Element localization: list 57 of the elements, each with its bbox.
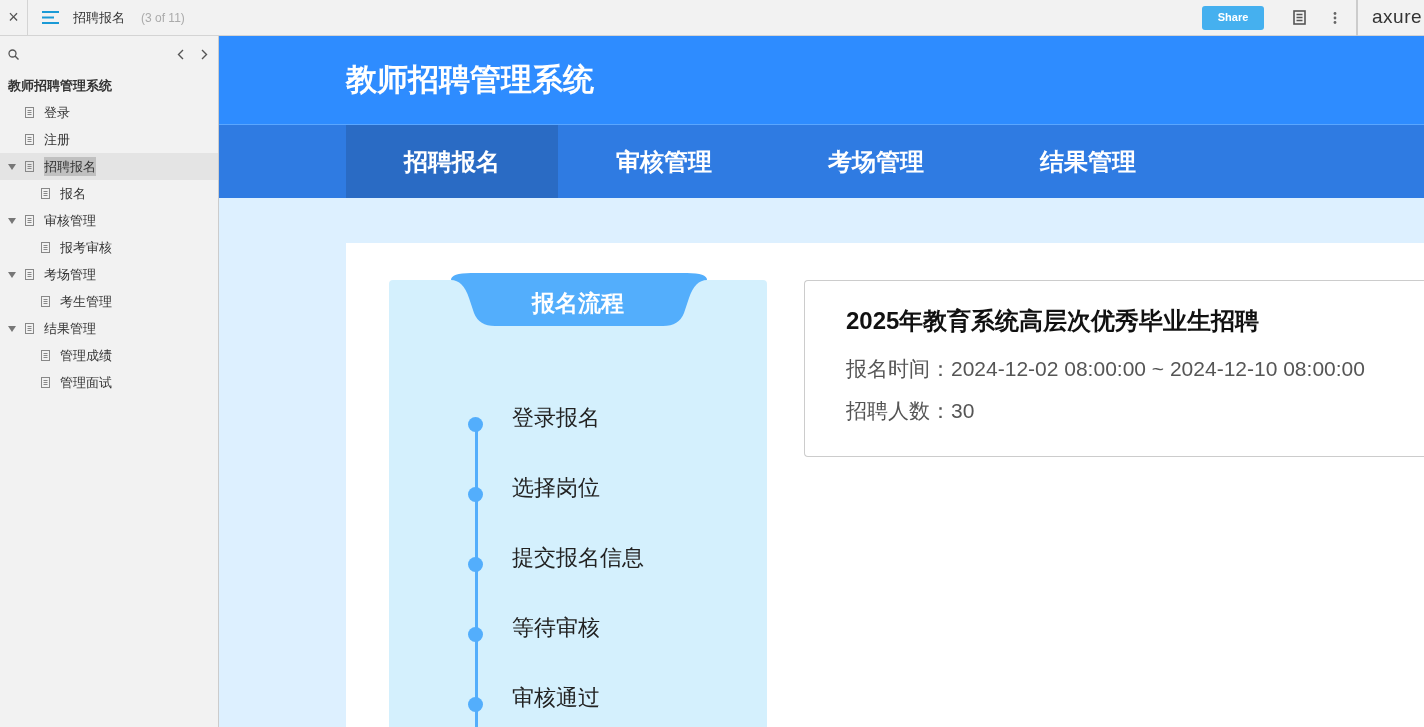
menu-icon[interactable] bbox=[42, 11, 59, 24]
more-icon[interactable] bbox=[1333, 11, 1337, 24]
page-item[interactable]: 报考审核 bbox=[60, 237, 112, 258]
page-icon bbox=[25, 323, 34, 334]
page-icon bbox=[41, 188, 50, 199]
page-item[interactable]: 报名 bbox=[60, 183, 86, 204]
collapse-triangle-icon[interactable] bbox=[8, 271, 16, 278]
page-icon bbox=[25, 107, 34, 118]
process-title: 报名流程 bbox=[532, 289, 624, 318]
page-icon bbox=[41, 296, 50, 307]
page-item[interactable]: 考场管理 bbox=[44, 264, 96, 285]
step-dot bbox=[468, 696, 483, 712]
nav-tab[interactable]: 结果管理 bbox=[982, 125, 1194, 198]
field-value: 2024-12-02 08:00:00 ~ 2024-12-10 08:00:00 bbox=[951, 357, 1365, 380]
page-icon bbox=[25, 134, 34, 145]
step-dot bbox=[468, 416, 483, 432]
nav-tab[interactable]: 招聘报名 bbox=[346, 125, 558, 198]
collapse-triangle-icon[interactable] bbox=[8, 217, 16, 224]
notes-icon[interactable] bbox=[1293, 10, 1306, 25]
previous-icon[interactable] bbox=[177, 48, 184, 60]
next-icon[interactable] bbox=[201, 48, 208, 60]
page-icon bbox=[25, 161, 34, 172]
collapse-triangle-icon[interactable] bbox=[8, 163, 16, 170]
close-button[interactable]: × bbox=[0, 0, 28, 36]
page-icon bbox=[25, 215, 34, 226]
page-icon bbox=[25, 269, 34, 280]
page-item[interactable]: 登录 bbox=[44, 102, 70, 123]
field-value: 30 bbox=[951, 398, 975, 422]
page-item[interactable]: 招聘报名 bbox=[44, 156, 96, 177]
project-title: 教师招聘管理系统 bbox=[8, 76, 112, 95]
page-icon bbox=[41, 242, 50, 253]
step-dot bbox=[468, 556, 483, 572]
field-label: 报名时间： bbox=[846, 357, 951, 380]
page-item[interactable]: 管理成绩 bbox=[60, 345, 112, 366]
step-label: 登录报名 bbox=[512, 403, 600, 431]
nav-tab[interactable]: 审核管理 bbox=[558, 125, 770, 198]
search-icon[interactable] bbox=[8, 48, 19, 60]
page-count: (3 of 11) bbox=[141, 9, 185, 27]
step-dot bbox=[468, 486, 483, 502]
step-dot bbox=[468, 626, 483, 642]
step-label: 选择岗位 bbox=[512, 473, 600, 501]
page-title: 招聘报名 bbox=[73, 8, 125, 27]
page-item[interactable]: 考生管理 bbox=[60, 291, 112, 312]
field-label: 招聘人数： bbox=[846, 398, 951, 422]
page-item[interactable]: 管理面试 bbox=[60, 372, 112, 393]
nav-tab[interactable]: 考场管理 bbox=[770, 125, 982, 198]
step-label: 审核通过 bbox=[512, 683, 600, 711]
page-icon bbox=[41, 377, 50, 388]
system-title: 教师招聘管理系统 bbox=[346, 60, 594, 99]
page-item[interactable]: 注册 bbox=[44, 129, 70, 150]
step-label: 等待审核 bbox=[512, 613, 600, 641]
page-item[interactable]: 审核管理 bbox=[44, 210, 96, 231]
page-icon bbox=[41, 350, 50, 361]
step-label: 提交报名信息 bbox=[512, 543, 644, 571]
recruitment-title: 2025年教育系统高层次优秀毕业生招聘 bbox=[846, 306, 1261, 336]
page-item[interactable]: 结果管理 bbox=[44, 318, 96, 339]
collapse-triangle-icon[interactable] bbox=[8, 325, 16, 332]
